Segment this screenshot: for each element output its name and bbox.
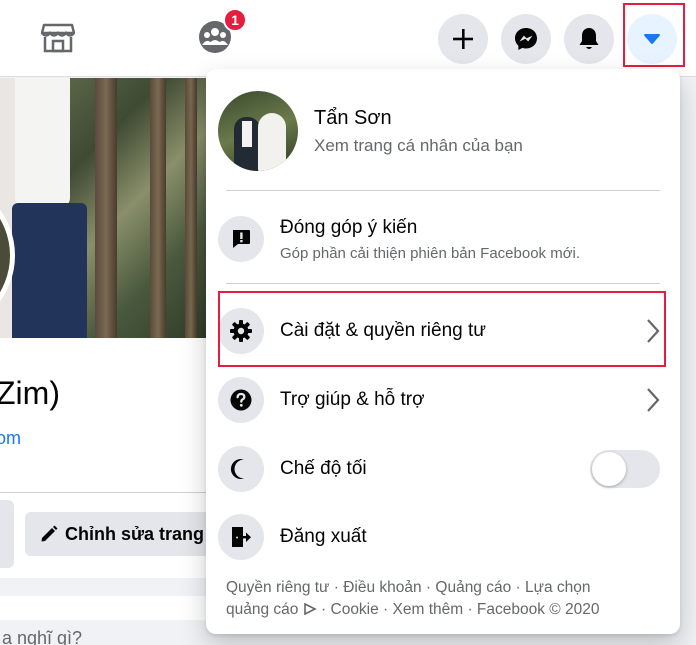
dark-mode-toggle[interactable] [590,450,660,488]
feedback-row[interactable]: Đóng góp ý kiến Góp phần cải thiện phiên… [218,211,668,267]
moon-icon [218,446,264,492]
profile-subtitle: Xem trang cá nhân của bạn [314,135,523,155]
avatar [218,91,298,171]
menu-item-dark-mode[interactable]: Chế độ tối [218,445,668,493]
ad-choices-icon [303,602,317,616]
footer-line-1[interactable]: Quyền riêng tư · Điều khoản · Quảng cáo … [226,577,656,599]
toggle-knob [592,452,626,486]
profile-action-button[interactable] [0,500,14,568]
profile-name: Zim) [0,375,60,411]
groups-notification-badge: 1 [223,8,247,32]
profile-name-label: Tẩn Sơn [314,106,392,129]
menu-footer-links: Quyền riêng tư · Điều khoản · Quảng cáo … [226,577,656,621]
dark-mode-label: Chế độ tối [280,458,367,479]
logout-label: Đăng xuất [280,526,367,547]
chevron-right-icon [647,388,660,412]
create-post-input[interactable]: a nghĩ gì? [0,620,220,645]
menu-divider [226,283,660,284]
messenger-icon [515,28,537,50]
edit-profile-button[interactable]: Chỉnh sửa trang [25,512,215,556]
messenger-button[interactable] [501,14,551,64]
menu-divider [226,190,660,191]
edit-profile-label: Chỉnh sửa trang [65,523,205,544]
account-menu-highlight [623,3,685,67]
footer-ad-choices-link[interactable]: quảng cáo [226,601,298,618]
pencil-icon [41,525,58,542]
feedback-subtitle: Góp phần cải thiện phiên bản Facebook mớ… [280,244,581,262]
feedback-title: Đóng góp ý kiến [280,216,418,238]
create-button[interactable] [438,14,488,64]
menu-item-help-support[interactable]: Trợ giúp & hỗ trợ [218,376,668,424]
notifications-button[interactable] [564,14,614,64]
marketplace-icon[interactable] [38,17,78,57]
cover-photo [0,78,210,338]
profile-username-link[interactable]: om [0,428,21,449]
question-icon [218,377,264,423]
top-navigation-bar: 1 [0,0,696,77]
profile-divider [0,492,210,493]
profile-link-row[interactable]: Tẩn Sơn Xem trang cá nhân của bạn [218,91,668,171]
help-support-label: Trợ giúp & hỗ trợ [280,389,425,410]
feedback-icon [218,216,264,262]
menu-item-logout[interactable]: Đăng xuất [218,513,668,561]
settings-highlight-box [218,291,666,367]
logout-icon [218,514,264,560]
footer-line-2: quảng cáo · Cookie · Xem thêm · Facebook… [226,599,656,621]
footer-links-rest[interactable]: · Cookie · Xem thêm · Facebook © 2020 [321,601,600,618]
bell-icon [579,28,599,49]
plus-icon [453,29,473,49]
